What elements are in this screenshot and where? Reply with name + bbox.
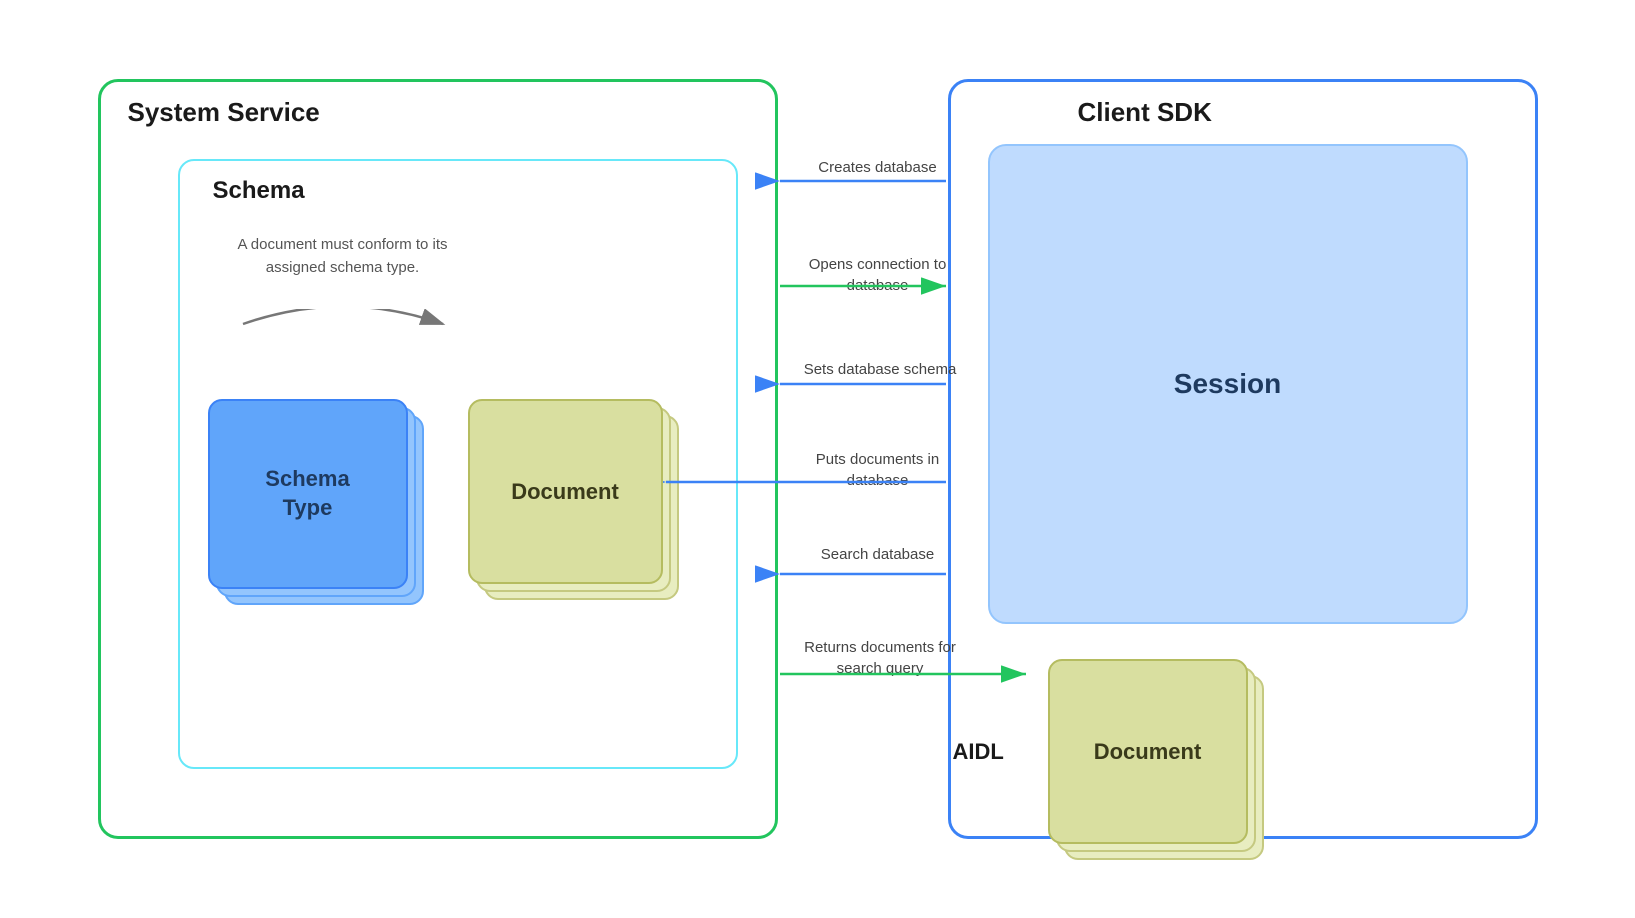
aidl-label: AIDL [953, 739, 1004, 765]
document-stack-left: Document [468, 399, 663, 584]
schema-label: Schema [213, 177, 305, 205]
schema-description: A document must conform to its assigned … [223, 234, 463, 279]
arrow-label-search: Search database [798, 544, 958, 565]
arrow-label-creates: Creates database [798, 157, 958, 178]
schema-type-card: SchemaType [208, 399, 408, 589]
system-service-label: System Service [128, 97, 320, 128]
arrow-label-sets: Sets database schema [798, 359, 963, 380]
doc-left-card: Document [468, 399, 663, 584]
arrow-label-opens: Opens connection todatabase [798, 254, 958, 296]
schema-type-stack: SchemaType [208, 399, 408, 589]
arrow-label-puts: Puts documents indatabase [798, 449, 958, 491]
client-sdk-label: Client SDK [1078, 97, 1212, 128]
arrow-label-returns: Returns documents forsearch query [798, 637, 963, 679]
session-label: Session [1174, 368, 1281, 400]
session-card: Session [988, 144, 1468, 624]
document-stack-right: Document [1048, 659, 1248, 844]
doc-right-label: Document [1094, 739, 1202, 765]
schema-curve-arrow [213, 309, 473, 389]
doc-right-card: Document [1048, 659, 1248, 844]
diagram-container: System Service Schema A document must co… [68, 39, 1568, 879]
